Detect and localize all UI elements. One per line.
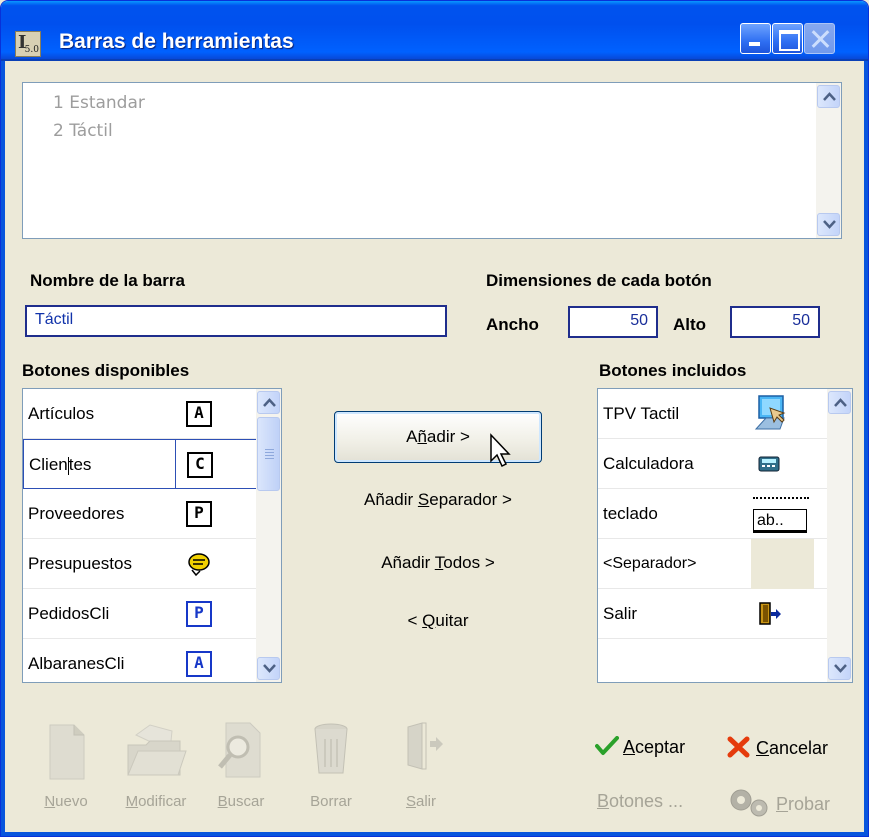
list-item-selected[interactable]: Clientes C [23, 439, 281, 489]
title-bar[interactable]: I 5.0 Barras de herramientas [1, 1, 868, 61]
scroll-thumb[interactable] [257, 417, 280, 491]
scroll-down-button[interactable] [257, 657, 280, 680]
trash-icon [314, 723, 348, 774]
scroll-down-button[interactable] [817, 213, 840, 236]
exit-door-icon [407, 722, 443, 770]
chevron-down-icon [834, 664, 847, 673]
tpv-tactil-icon [754, 395, 786, 430]
app-icon: I 5.0 [15, 31, 41, 57]
window-frame-bottom [1, 832, 868, 836]
presupuestos-icon [188, 553, 210, 577]
close-button[interactable] [804, 23, 835, 54]
separator-blank [751, 539, 814, 589]
add-all-button[interactable]: Añadir Todos > [334, 553, 542, 573]
width-label: Ancho [486, 315, 539, 334]
list-item[interactable]: PedidosCli P [23, 589, 281, 639]
pedidos-cli-icon: P [186, 601, 212, 627]
new-button[interactable]: Nuevo [31, 721, 101, 810]
toolbar-item-tactil[interactable]: 2 Táctil [23, 117, 841, 145]
cancel-x-icon [727, 736, 750, 758]
window-frame-right [864, 61, 868, 836]
chevron-up-icon [263, 398, 276, 407]
list-item[interactable]: <Separador> [598, 539, 852, 589]
available-list-scrollbar[interactable] [256, 389, 281, 682]
available-buttons-list[interactable]: Artículos A Clientes C Proveedores P Pre… [22, 388, 282, 683]
cancel-button[interactable]: Cancelar [727, 736, 828, 759]
toolbars-dialog: I 5.0 Barras de herramientas 1 Estandar 2… [0, 0, 869, 837]
app-icon-version: 5.0 [24, 45, 39, 55]
chevron-up-icon [834, 398, 847, 407]
exit-door-icon [759, 602, 781, 625]
proveedores-icon: P [186, 501, 212, 527]
height-label: Alto [673, 315, 707, 334]
gears-icon [730, 789, 768, 817]
toolbars-list[interactable]: 1 Estandar 2 Táctil [22, 82, 842, 239]
scroll-up-button[interactable] [257, 391, 280, 414]
calculator-icon [758, 456, 780, 472]
modify-button[interactable]: Modificar [111, 721, 201, 810]
add-separator-button[interactable]: Añadir Separador > [334, 490, 542, 510]
clientes-icon: C [187, 452, 213, 478]
scroll-up-button[interactable] [828, 391, 851, 414]
list-item-label: Clientes [29, 455, 92, 475]
keyboard-icon: ab.. [753, 497, 809, 533]
checkmark-icon [595, 736, 619, 755]
chevron-down-icon [263, 664, 276, 673]
albaranes-cli-icon: A [186, 651, 212, 677]
list-item[interactable]: Proveedores P [23, 489, 281, 539]
list-item[interactable]: TPV Tactil [598, 389, 852, 439]
mouse-cursor-icon [490, 433, 511, 468]
included-buttons-label: Botones incluidos [599, 361, 747, 380]
list-item[interactable]: Presupuestos [23, 539, 281, 589]
maximize-button[interactable] [772, 23, 803, 54]
dimensions-label: Dimensiones de cada botón [486, 271, 712, 290]
toolbar-item-estandar[interactable]: 1 Estandar [23, 89, 841, 117]
list-item[interactable]: Salir [598, 589, 852, 639]
articulos-icon: A [186, 401, 212, 427]
included-buttons-list[interactable]: TPV Tactil Calculadora teclado ab.. <Sep… [597, 388, 853, 683]
test-button[interactable]: Probar [727, 786, 830, 818]
list-item[interactable]: Calculadora [598, 439, 852, 489]
toolbars-list-scrollbar[interactable] [816, 83, 841, 238]
scroll-down-button[interactable] [828, 657, 851, 680]
buttons-config-button[interactable]: Botones ... [597, 791, 683, 812]
scroll-up-button[interactable] [817, 85, 840, 108]
width-input[interactable]: 50 [568, 306, 658, 338]
new-document-icon [49, 724, 85, 780]
chevron-down-icon [823, 220, 836, 229]
toolbar-name-input[interactable]: Táctil [25, 305, 447, 337]
list-item[interactable]: Artículos A [23, 389, 281, 439]
included-list-scrollbar[interactable] [827, 389, 852, 682]
search-icon [218, 722, 261, 778]
exit-button[interactable]: Salir [386, 721, 456, 810]
remove-button[interactable]: < Quitar [334, 611, 542, 631]
list-item[interactable]: teclado ab.. [598, 489, 852, 539]
window-title: Barras de herramientas [59, 30, 294, 53]
window-frame-left [1, 61, 5, 836]
chevron-up-icon [823, 92, 836, 101]
minimize-button[interactable] [740, 23, 771, 54]
list-item[interactable]: AlbaranesCli A [23, 639, 281, 682]
height-input[interactable]: 50 [730, 306, 820, 338]
search-button[interactable]: Buscar [206, 721, 276, 810]
available-buttons-label: Botones disponibles [22, 361, 190, 380]
toolbar-name-label: Nombre de la barra [30, 271, 185, 290]
open-folder-icon [127, 724, 187, 776]
delete-button[interactable]: Borrar [296, 721, 366, 810]
accept-button[interactable]: Aceptar [595, 736, 685, 758]
